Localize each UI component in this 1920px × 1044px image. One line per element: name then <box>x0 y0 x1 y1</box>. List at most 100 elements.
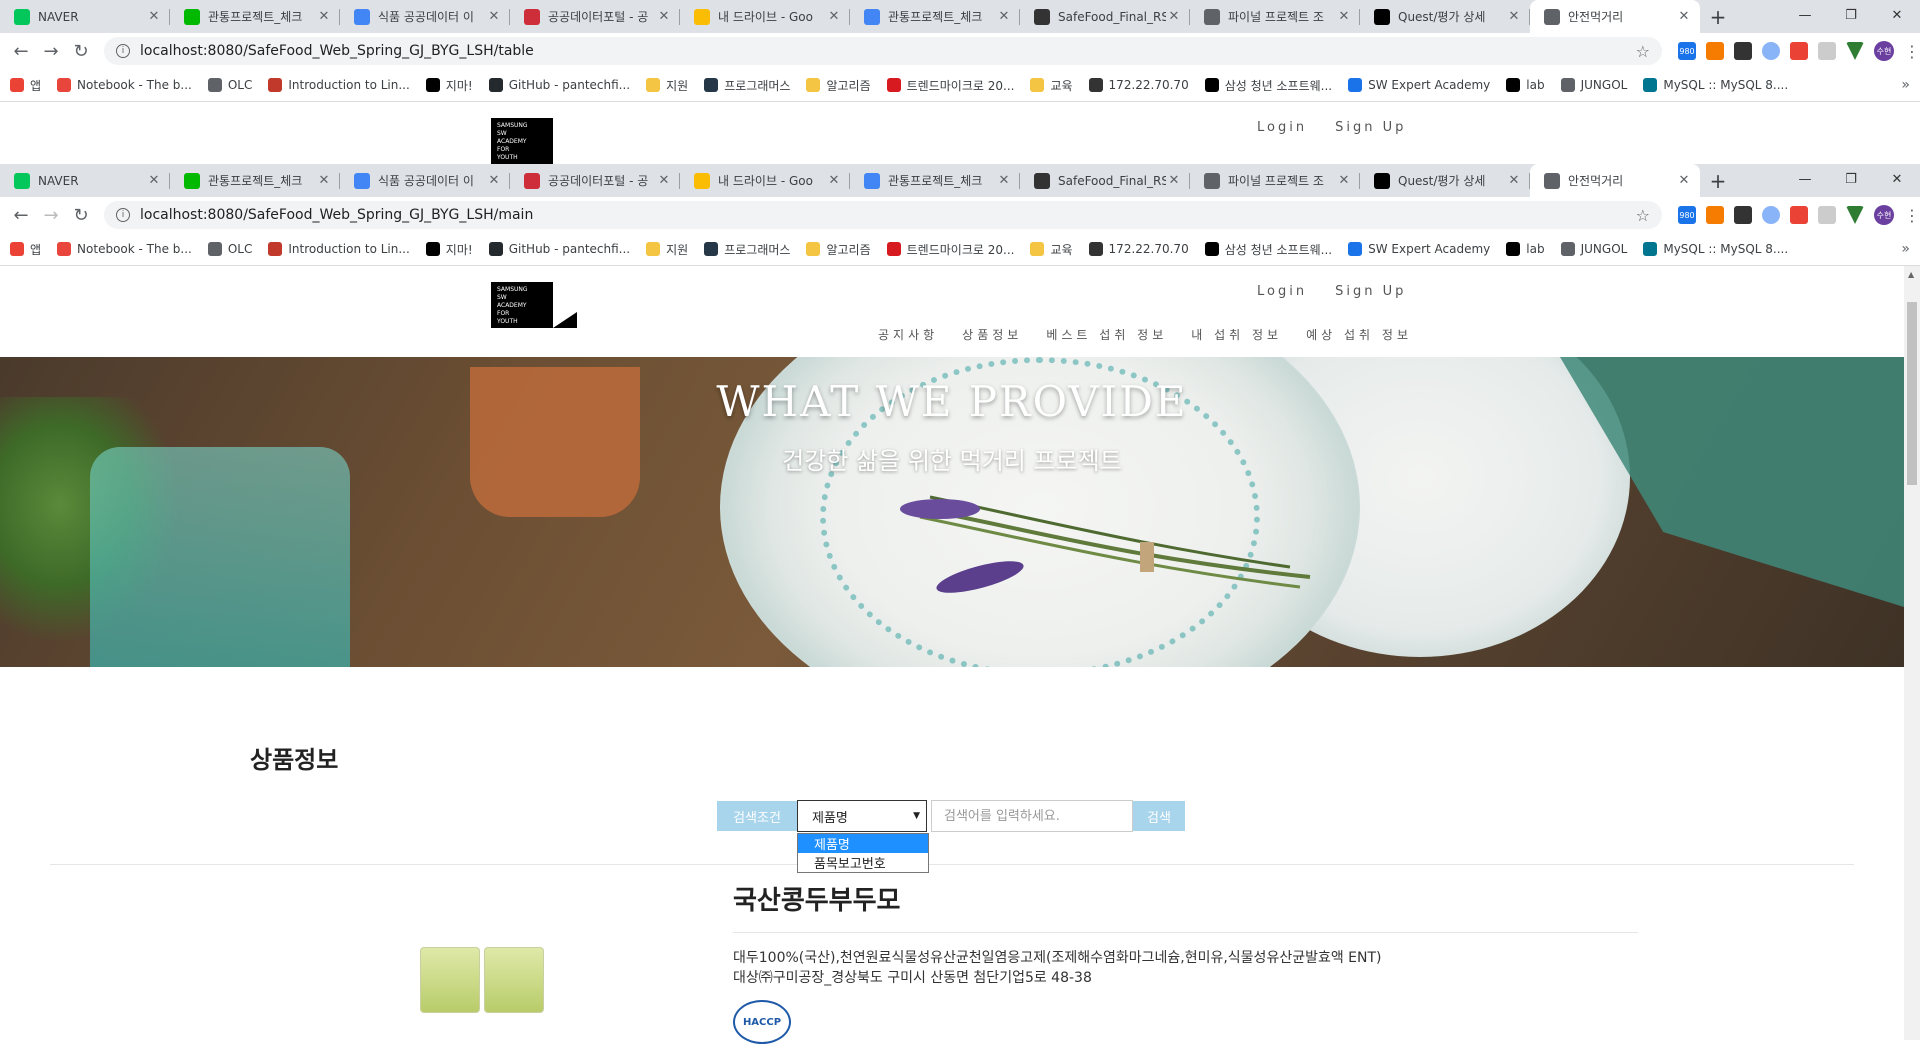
bookmark-item[interactable]: lab <box>1506 242 1545 256</box>
close-icon[interactable]: ✕ <box>146 173 162 188</box>
browser-tab[interactable]: NAVER ✕ <box>0 164 170 197</box>
signup-link[interactable]: Sign Up <box>1335 284 1406 299</box>
browser-tab[interactable]: 내 드라이브 - Goo ✕ <box>680 164 850 197</box>
bookmark-item[interactable]: 삼성 청년 소프트웨... <box>1204 241 1332 258</box>
bookmark-item[interactable]: lab <box>1506 78 1545 92</box>
search-button[interactable]: 검색 <box>1133 801 1185 831</box>
profile-avatar[interactable]: 수현 <box>1874 205 1894 225</box>
new-tab-button[interactable]: + <box>1700 164 1736 197</box>
bookmark-item[interactable]: 172.22.70.70 <box>1088 242 1189 256</box>
url-text[interactable]: localhost:8080/SafeFood_Web_Spring_GJ_BY… <box>140 207 1636 223</box>
bookmark-item[interactable]: 앱 <box>10 77 41 94</box>
browser-tab[interactable]: 파이널 프로젝트 조 ✕ <box>1190 0 1360 33</box>
menu-kebab-icon[interactable]: ⋮ <box>1904 42 1920 61</box>
maximize-icon[interactable]: ❐ <box>1828 164 1874 194</box>
nav-item-products[interactable]: 상품정보 <box>962 326 1022 343</box>
close-icon[interactable]: ✕ <box>316 9 332 24</box>
extension-puzzle-icon[interactable] <box>1818 206 1836 224</box>
extension-badge-icon[interactable]: 980 <box>1678 42 1696 60</box>
browser-tab[interactable]: 관통프로젝트_체크 ✕ <box>170 164 340 197</box>
bookmark-item[interactable]: 알고리즘 <box>806 241 871 258</box>
extension-orange-icon[interactable] <box>1706 42 1724 60</box>
extension-circle-icon[interactable] <box>1762 42 1780 60</box>
close-icon[interactable]: ✕ <box>826 9 842 24</box>
browser-tab[interactable]: NAVER ✕ <box>0 0 170 33</box>
close-icon[interactable]: ✕ <box>146 9 162 24</box>
browser-tab[interactable]: 식품 공공데이터 이 ✕ <box>340 164 510 197</box>
product-name[interactable]: 국산콩두부두모 <box>733 880 900 917</box>
scrollbar-thumb[interactable] <box>1907 302 1917 485</box>
bookmark-star-icon[interactable]: ☆ <box>1636 206 1650 225</box>
bookmark-item[interactable]: 지마! <box>425 241 473 258</box>
signup-link[interactable]: Sign Up <box>1335 120 1406 135</box>
close-icon[interactable]: ✕ <box>656 173 672 188</box>
bookmark-item[interactable]: 지원 <box>646 241 688 258</box>
bookmark-item[interactable]: OLC <box>207 242 252 256</box>
maximize-icon[interactable]: ❐ <box>1828 0 1874 30</box>
close-icon[interactable]: ✕ <box>1506 9 1522 24</box>
page-scrollbar[interactable]: ▲ <box>1904 266 1920 1040</box>
info-icon[interactable]: i <box>116 44 130 58</box>
extension-badge-icon[interactable]: 980 <box>1678 206 1696 224</box>
reload-icon[interactable]: ↻ <box>66 200 96 230</box>
close-icon[interactable]: ✕ <box>1336 173 1352 188</box>
bookmark-item[interactable]: MySQL :: MySQL 8.... <box>1643 78 1788 92</box>
extension-eyedropper-icon[interactable] <box>1790 206 1808 224</box>
close-icon[interactable]: ✕ <box>316 173 332 188</box>
url-omnibox[interactable]: i localhost:8080/SafeFood_Web_Spring_GJ_… <box>104 201 1662 229</box>
bookmark-item[interactable]: 지원 <box>646 77 688 94</box>
bookmark-item[interactable]: GitHub - pantechfi... <box>488 78 630 92</box>
extension-vue-icon[interactable] <box>1846 42 1864 60</box>
bookmark-item[interactable]: Notebook - The b... <box>57 78 192 92</box>
bookmark-item[interactable]: 앱 <box>10 241 41 258</box>
browser-tab[interactable]: SafeFood_Final_RSI ✕ <box>1020 0 1190 33</box>
info-icon[interactable]: i <box>116 208 130 222</box>
search-input[interactable] <box>931 800 1133 832</box>
url-text[interactable]: localhost:8080/SafeFood_Web_Spring_GJ_BY… <box>140 43 1636 59</box>
extension-circle-icon[interactable] <box>1762 206 1780 224</box>
bookmark-item[interactable]: 삼성 청년 소프트웨... <box>1204 77 1332 94</box>
close-icon[interactable]: ✕ <box>1336 9 1352 24</box>
extension-eyedropper-icon[interactable] <box>1790 42 1808 60</box>
browser-tab[interactable]: 안전먹거리 ✕ <box>1530 164 1700 197</box>
minimize-icon[interactable]: — <box>1782 0 1828 30</box>
login-link[interactable]: Login <box>1257 120 1307 135</box>
url-omnibox[interactable]: i localhost:8080/SafeFood_Web_Spring_GJ_… <box>104 37 1662 65</box>
nav-item-best-intake[interactable]: 베스트 섭취 정보 <box>1046 326 1167 343</box>
back-icon[interactable]: ← <box>6 36 36 66</box>
browser-tab[interactable]: 공공데이터포털 - 공 ✕ <box>510 164 680 197</box>
nav-item-expected-intake[interactable]: 예상 섭취 정보 <box>1306 326 1412 343</box>
bookmarks-overflow-icon[interactable]: » <box>1901 241 1910 257</box>
site-logo[interactable]: SAMSUNG SW ACADEMY FOR YOUTH <box>491 282 553 328</box>
browser-tab[interactable]: Quest/평가 상세 ✕ <box>1360 164 1530 197</box>
bookmark-item[interactable]: 172.22.70.70 <box>1088 78 1189 92</box>
browser-tab[interactable]: 관통프로젝트_체크 ✕ <box>850 164 1020 197</box>
dropdown-option[interactable]: 품목보고번호 <box>798 853 928 872</box>
browser-tab[interactable]: SafeFood_Final_RSI ✕ <box>1020 164 1190 197</box>
close-window-icon[interactable]: ✕ <box>1874 0 1920 30</box>
profile-avatar[interactable]: 수현 <box>1874 41 1894 61</box>
bookmark-item[interactable]: 프로그래머스 <box>704 77 790 94</box>
close-icon[interactable]: ✕ <box>1166 9 1182 24</box>
browser-tab[interactable]: 파이널 프로젝트 조 ✕ <box>1190 164 1360 197</box>
bookmark-item[interactable]: 지마! <box>425 77 473 94</box>
browser-tab[interactable]: 관통프로젝트_체크 ✕ <box>850 0 1020 33</box>
close-icon[interactable]: ✕ <box>1676 9 1692 24</box>
dropdown-option[interactable]: 제품명 <box>798 834 928 853</box>
close-icon[interactable]: ✕ <box>826 173 842 188</box>
new-tab-button[interactable]: + <box>1700 0 1736 33</box>
bookmarks-overflow-icon[interactable]: » <box>1901 77 1910 93</box>
bookmark-star-icon[interactable]: ☆ <box>1636 42 1650 61</box>
bookmark-item[interactable]: SW Expert Academy <box>1348 78 1490 92</box>
close-icon[interactable]: ✕ <box>996 173 1012 188</box>
extension-puzzle-icon[interactable] <box>1818 42 1836 60</box>
browser-tab[interactable]: 안전먹거리 ✕ <box>1530 0 1700 33</box>
close-icon[interactable]: ✕ <box>656 9 672 24</box>
browser-tab[interactable]: 식품 공공데이터 이 ✕ <box>340 0 510 33</box>
bookmark-item[interactable]: JUNGOL <box>1560 242 1627 256</box>
minimize-icon[interactable]: — <box>1782 164 1828 194</box>
product-image[interactable] <box>420 943 548 1019</box>
extension-dark-icon[interactable] <box>1734 42 1752 60</box>
scroll-up-icon[interactable]: ▲ <box>1908 270 1914 279</box>
browser-tab[interactable]: 공공데이터포털 - 공 ✕ <box>510 0 680 33</box>
